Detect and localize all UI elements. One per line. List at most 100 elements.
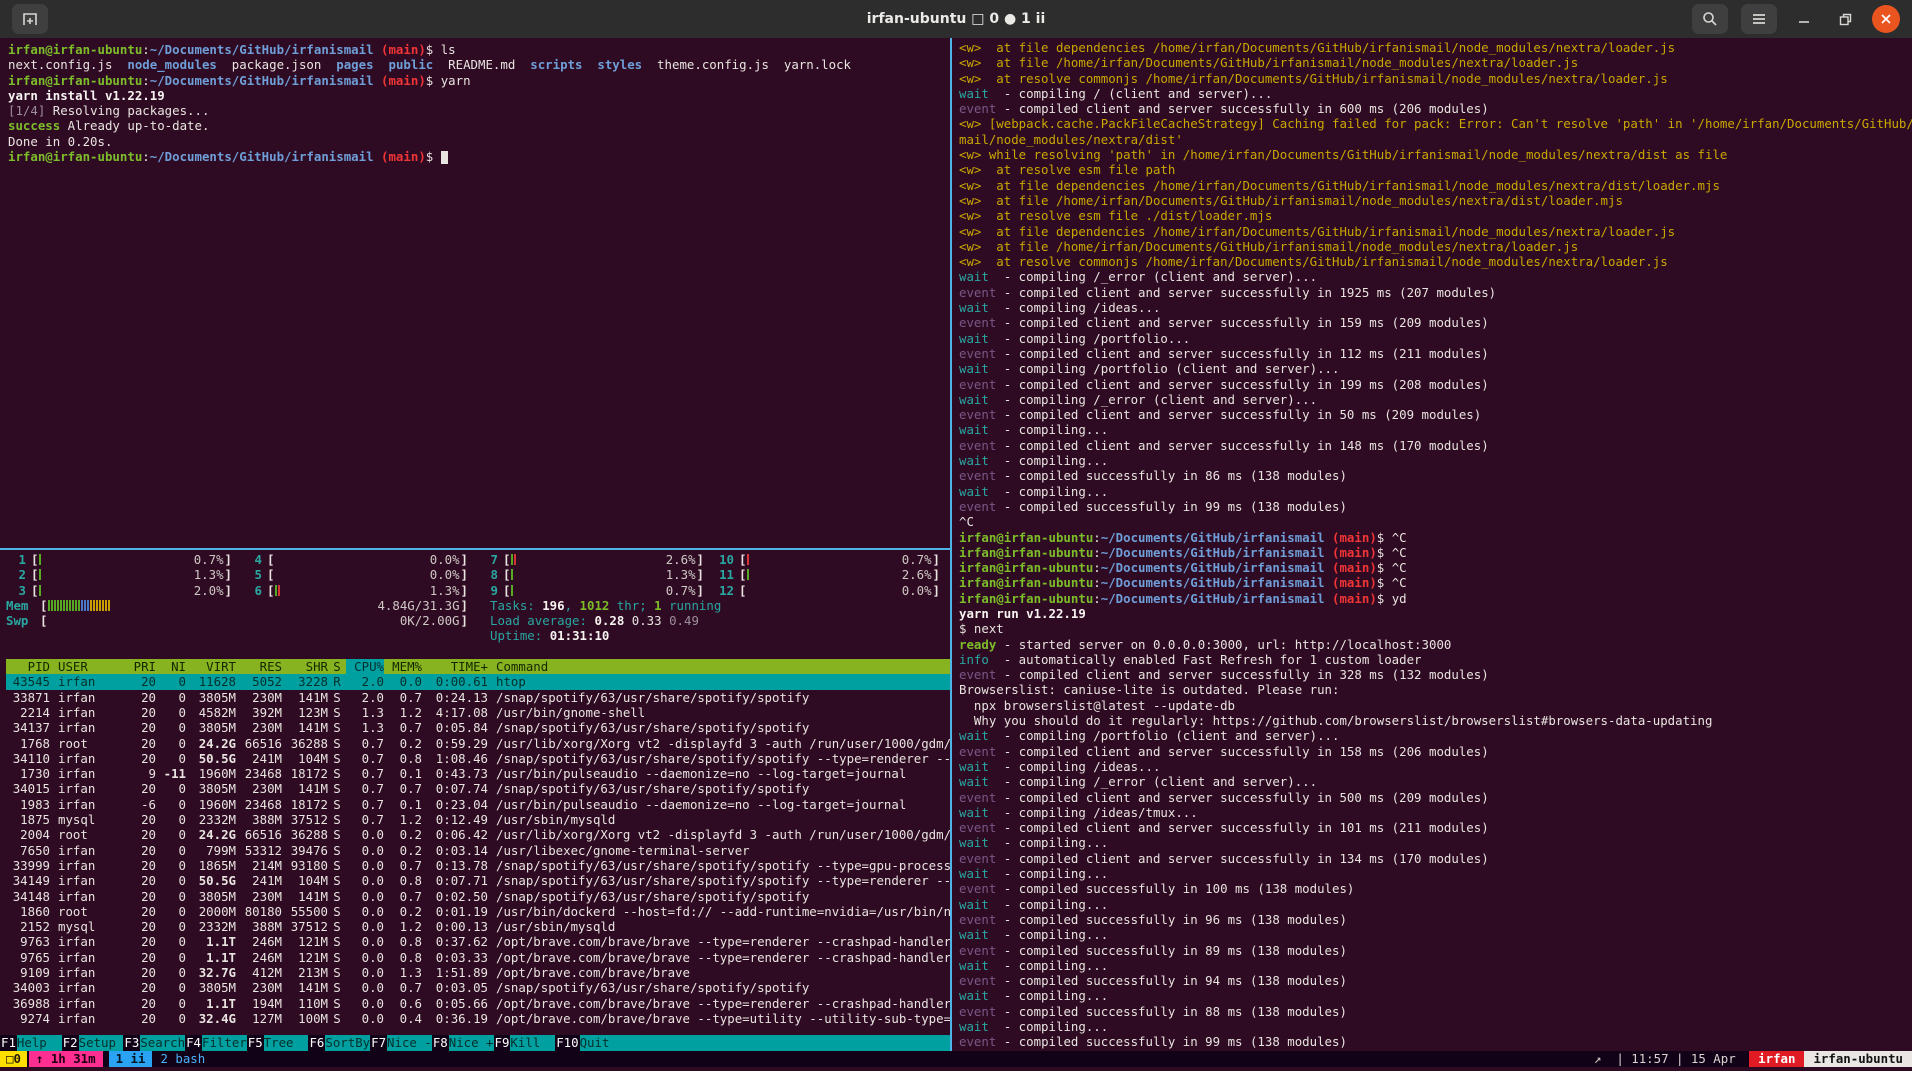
- fkey-label-nice[interactable]: Nice +: [449, 1035, 494, 1051]
- htop-process-row[interactable]: 34148irfan2003805M230M141MS0.00.70:02.50…: [6, 889, 950, 904]
- fkey-label-filter[interactable]: Filter: [202, 1035, 247, 1051]
- terminal-line: event - compiled client and server succe…: [959, 101, 1912, 116]
- terminal-line: wait - compiling /portfolio (client and …: [959, 361, 1912, 376]
- terminal-line: event - compiled client and server succe…: [959, 407, 1912, 422]
- terminal-line: <w> at resolve commonjs /home/irfan/Docu…: [959, 71, 1912, 86]
- fkey-f1[interactable]: F1: [0, 1035, 17, 1051]
- terminal-line: [1/4] Resolving packages...: [8, 103, 950, 118]
- fkey-label-help[interactable]: Help: [17, 1035, 62, 1051]
- htop-process-row[interactable]: 34110irfan20050.5G241M104MS0.70.81:08.46…: [6, 751, 950, 766]
- htop-process-row[interactable]: 43545irfan2001162850523228R2.00.00:00.61…: [6, 674, 950, 689]
- terminal-line: ready - started server on 0.0.0.0:3000, …: [959, 637, 1912, 652]
- terminal-line: yarn run v1.22.19: [959, 606, 1912, 621]
- htop-process-row[interactable]: 2152mysql2002332M388M37512S0.01.20:00.13…: [6, 919, 950, 934]
- terminal-line: wait - compiling /portfolio (client and …: [959, 728, 1912, 743]
- tmux-window-active[interactable]: 1 ii: [109, 1051, 153, 1067]
- fkey-f4[interactable]: F4: [185, 1035, 202, 1051]
- htop-column-res[interactable]: RES: [236, 659, 282, 674]
- htop-process-row[interactable]: 34015irfan2003805M230M141MS0.70.70:07.74…: [6, 781, 950, 796]
- fkey-label-quit[interactable]: Quit: [580, 1035, 625, 1051]
- terminal-line: wait - compiling...: [959, 866, 1912, 881]
- cpu-meter-8: 8[1.3%]: [478, 567, 714, 582]
- htop-cpu-meters: 1[0.7%]2[1.3%]3[2.0%]4[0.0%]5[0.0%]6[1.3…: [6, 552, 950, 598]
- terminal-line: irfan@irfan-ubuntu:~/Documents/GitHub/ir…: [959, 575, 1912, 590]
- fkey-label-tree[interactable]: Tree: [264, 1035, 309, 1051]
- terminal-line: event - compiled client and server succe…: [959, 438, 1912, 453]
- terminal-line: Uptime: 01:31:10: [490, 628, 721, 643]
- htop-process-row[interactable]: 2004root20024.2G6651636288S0.00.20:06.42…: [6, 827, 950, 842]
- htop-column-cpu[interactable]: CPU%: [346, 659, 384, 674]
- terminal-line: info - automatically enabled Fast Refres…: [959, 652, 1912, 667]
- htop-process-row[interactable]: 33871irfan2003805M230M141MS2.00.70:24.13…: [6, 690, 950, 705]
- htop-column-time[interactable]: TIME+: [422, 659, 488, 674]
- htop-table-header[interactable]: PIDUSERPRINIVIRTRESSHRSCPU%MEM%TIME+Comm…: [6, 659, 950, 674]
- htop-column-ni[interactable]: NI: [156, 659, 186, 674]
- desktop-root: { "titlebar": { "title": "irfan-ubuntu □…: [0, 0, 1912, 1071]
- htop-process-row[interactable]: 9763irfan2001.1T246M121MS0.00.80:37.62/o…: [6, 934, 950, 949]
- fkey-label-kill[interactable]: Kill: [510, 1035, 555, 1051]
- terminal-line: Done in 0.20s.: [8, 134, 950, 149]
- pane-shell[interactable]: irfan@irfan-ubuntu:~/Documents/GitHub/ir…: [0, 38, 950, 548]
- fkey-f8[interactable]: F8: [432, 1035, 449, 1051]
- terminal-line: <w> at resolve esm file ./dist/loader.mj…: [959, 208, 1912, 223]
- htop-process-row[interactable]: 9109irfan20032.7G412M213MS0.01.31:51.89/…: [6, 965, 950, 980]
- htop-process-row[interactable]: 9274irfan20032.4G127M100MS0.00.40:36.19/…: [6, 1011, 950, 1026]
- fkey-label-setup[interactable]: Setup: [79, 1035, 124, 1051]
- htop-mem-meter: Mem[4.84G/31.3G]: [6, 598, 478, 613]
- terminal-line: success Already up-to-date.: [8, 118, 950, 133]
- htop-process-row[interactable]: 9765irfan2001.1T246M121MS0.00.80:03.33/o…: [6, 950, 950, 965]
- fkey-f10[interactable]: F10: [555, 1035, 579, 1051]
- htop-process-row[interactable]: 33999irfan2001865M214M93180S0.00.70:13.7…: [6, 858, 950, 873]
- terminal-line: <w> at file /home/irfan/Documents/GitHub…: [959, 55, 1912, 70]
- htop-process-row[interactable]: 34137irfan2003805M230M141MS1.30.70:05.84…: [6, 720, 950, 735]
- close-button[interactable]: [1872, 5, 1900, 33]
- htop-process-row[interactable]: 2214irfan2004582M392M123MS1.31.24:17.08/…: [6, 705, 950, 720]
- fkey-f2[interactable]: F2: [62, 1035, 79, 1051]
- htop-process-row[interactable]: 34003irfan2003805M230M141MS0.00.70:03.05…: [6, 980, 950, 995]
- fkey-f3[interactable]: F3: [123, 1035, 140, 1051]
- terminal-line: Load average: 0.28 0.33 0.49: [490, 613, 721, 628]
- htop-column-user[interactable]: USER: [50, 659, 122, 674]
- htop-column-virt[interactable]: VIRT: [186, 659, 236, 674]
- htop-process-row[interactable]: 36988irfan2001.1T194M110MS0.00.60:05.66/…: [6, 996, 950, 1011]
- htop-column-shr[interactable]: SHR: [282, 659, 328, 674]
- terminal-line: wait - compiling...: [959, 958, 1912, 973]
- fkey-f6[interactable]: F6: [308, 1035, 325, 1051]
- tmux-window-inactive[interactable]: 2 bash: [152, 1051, 213, 1067]
- htop-column-pri[interactable]: PRI: [122, 659, 156, 674]
- htop-process-row[interactable]: 1860root2002000M8018055500S0.00.20:01.19…: [6, 904, 950, 919]
- search-icon: [1702, 11, 1718, 27]
- minimize-icon: [1798, 13, 1810, 25]
- htop-column-s[interactable]: S: [328, 659, 346, 674]
- minimize-button[interactable]: [1790, 5, 1818, 33]
- user-badge: irfan: [1749, 1051, 1804, 1067]
- pane-dev-server[interactable]: <w> at file dependencies /home/irfan/Doc…: [952, 38, 1912, 1051]
- fkey-label-sortby[interactable]: SortBy: [325, 1035, 370, 1051]
- htop-process-row[interactable]: 1983irfan-601960M2346818172S0.70.10:23.0…: [6, 797, 950, 812]
- maximize-button[interactable]: [1831, 5, 1859, 33]
- fkey-f5[interactable]: F5: [247, 1035, 264, 1051]
- fkey-label-search[interactable]: Search: [140, 1035, 185, 1051]
- fkey-f9[interactable]: F9: [494, 1035, 511, 1051]
- fkey-label-nice[interactable]: Nice -: [387, 1035, 432, 1051]
- pane-htop[interactable]: 1[0.7%]2[1.3%]3[2.0%]4[0.0%]5[0.0%]6[1.3…: [0, 550, 950, 1051]
- fkey-f7[interactable]: F7: [370, 1035, 387, 1051]
- htop-column-command[interactable]: Command: [488, 659, 950, 674]
- menu-button[interactable]: [1741, 4, 1777, 34]
- tmux-status-bar: □0↑ 1h 31m1 ii2 bash ↗ | 11:57 | 15 Apr …: [0, 1051, 1912, 1067]
- new-tab-button[interactable]: [12, 4, 48, 34]
- htop-process-table: 43545irfan2001162850523228R2.00.00:00.61…: [6, 674, 950, 1026]
- htop-process-row[interactable]: 34149irfan20050.5G241M104MS0.00.80:07.71…: [6, 873, 950, 888]
- htop-process-row[interactable]: 1730irfan9-111960M2346818172S0.70.10:43.…: [6, 766, 950, 781]
- terminal-line: event - compiled successfully in 96 ms (…: [959, 912, 1912, 927]
- terminal-line: event - compiled successfully in 86 ms (…: [959, 468, 1912, 483]
- titlebar: irfan-ubuntu □ 0 ● 1 ii: [0, 0, 1912, 38]
- htop-column-pid[interactable]: PID: [6, 659, 50, 674]
- htop-process-row[interactable]: 1875mysql2002332M388M37512S0.71.20:12.49…: [6, 812, 950, 827]
- htop-column-mem[interactable]: MEM%: [384, 659, 422, 674]
- search-button[interactable]: [1692, 4, 1728, 34]
- terminal-line: wait - compiling /_error (client and ser…: [959, 392, 1912, 407]
- htop-process-row[interactable]: 1768root20024.2G6651636288S0.70.20:59.29…: [6, 736, 950, 751]
- terminal-line: wait - compiling...: [959, 484, 1912, 499]
- htop-process-row[interactable]: 7650irfan200799M5331239476S0.00.20:03.14…: [6, 843, 950, 858]
